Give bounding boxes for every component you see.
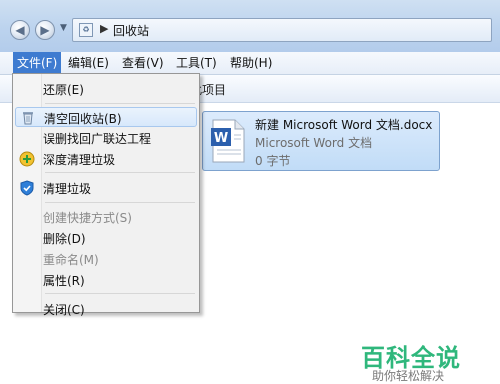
menu-tools[interactable]: 工具(T): [172, 52, 221, 74]
breadcrumb-arrow-icon[interactable]: ▶: [100, 22, 108, 35]
menu-item-label: 深度清理垃圾: [43, 153, 116, 167]
menu-item-label: 属性(R): [43, 274, 85, 288]
file-type: Microsoft Word 文档: [255, 136, 373, 150]
cleanup-plus-icon: [19, 151, 35, 167]
forward-arrow-icon[interactable]: ▶: [35, 20, 55, 40]
shield-icon: [20, 180, 34, 196]
recent-pages-chevron-icon[interactable]: ▼: [60, 23, 67, 33]
menu-view[interactable]: 查看(V): [118, 52, 168, 74]
menu-help[interactable]: 帮助(H): [226, 52, 276, 74]
title-bar: ◀ ▶ ▼ ♻ ▶ 回收站: [0, 0, 500, 52]
menu-item-recover-glodon-project[interactable]: 误删找回广联达工程: [15, 128, 197, 148]
svg-text:W: W: [214, 131, 228, 146]
watermark-logo-subtitle: 助你轻松解决: [372, 369, 445, 383]
breadcrumb-recycle-bin[interactable]: 回收站: [113, 22, 149, 39]
menu-item-empty-recycle-bin[interactable]: 清空回收站(B): [15, 107, 197, 127]
menu-item-label: 重命名(M): [43, 253, 99, 267]
file-size: 0 字节: [255, 154, 291, 168]
menu-item-properties[interactable]: 属性(R): [15, 270, 197, 290]
menu-item-label: 创建快捷方式(S): [43, 211, 132, 225]
menu-separator: [45, 172, 195, 173]
word-document-icon: W: [211, 119, 245, 163]
file-menu-dropdown: 还原(E) 清空回收站(B) 误删找回广联达工程 深度清理垃圾 清理垃圾 创建快: [12, 73, 200, 317]
recycle-bin-small-icon: ♻: [79, 23, 93, 37]
menu-bar: 文件(F) 编辑(E) 查看(V) 工具(T) 帮助(H): [0, 52, 500, 75]
menu-file[interactable]: 文件(F): [13, 52, 62, 74]
menu-item-label: 清理垃圾: [43, 182, 92, 196]
menu-item-delete[interactable]: 删除(D): [15, 228, 197, 248]
menu-item-deep-cleanup[interactable]: 深度清理垃圾: [15, 149, 197, 169]
menu-item-label: 关闭(C): [43, 303, 85, 317]
file-item-selected[interactable]: W 新建 Microsoft Word 文档.docx Microsoft Wo…: [202, 111, 440, 171]
file-name: 新建 Microsoft Word 文档.docx: [255, 118, 433, 132]
menu-separator: [45, 293, 195, 294]
menu-item-label: 误删找回广联达工程: [43, 132, 152, 146]
menu-separator: [45, 202, 195, 203]
menu-item-restore[interactable]: 还原(E): [15, 79, 197, 99]
recycle-bin-icon: [23, 112, 33, 125]
menu-item-rename: 重命名(M): [15, 249, 197, 269]
menu-item-label: 还原(E): [43, 83, 84, 97]
menu-separator: [45, 103, 195, 104]
back-arrow-icon[interactable]: ◀: [10, 20, 30, 40]
menu-item-close[interactable]: 关闭(C): [15, 299, 197, 319]
menu-item-label: 删除(D): [43, 232, 86, 246]
menu-edit[interactable]: 编辑(E): [64, 52, 113, 74]
menu-item-create-shortcut: 创建快捷方式(S): [15, 207, 197, 227]
menu-item-label: 清空回收站(B): [44, 112, 122, 126]
address-bar[interactable]: ♻ ▶ 回收站: [72, 18, 492, 42]
menu-item-clean-junk[interactable]: 清理垃圾: [15, 178, 197, 198]
